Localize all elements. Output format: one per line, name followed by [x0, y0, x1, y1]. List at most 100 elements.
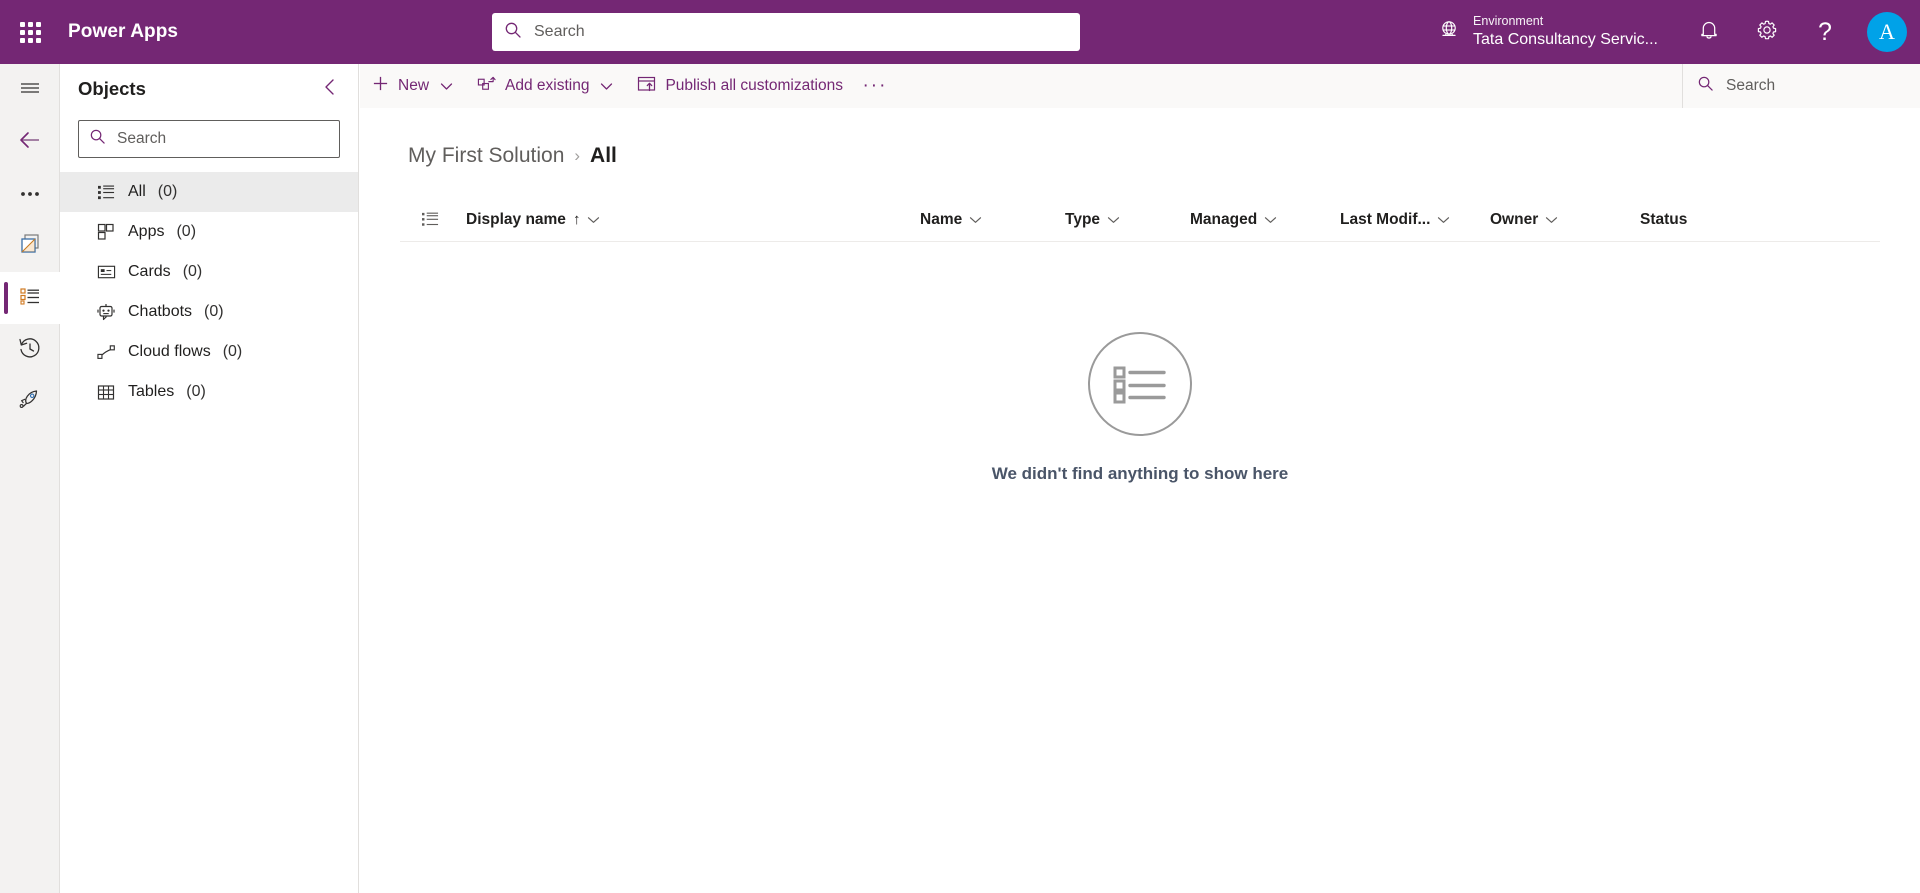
sidebar-item-count: (0)	[186, 383, 206, 400]
hamburger-menu-button[interactable]	[0, 64, 60, 116]
settings-button[interactable]	[1738, 0, 1796, 64]
column-header-owner[interactable]: Owner	[1490, 198, 1640, 242]
sort-ascending-icon: ↑	[572, 211, 581, 228]
user-account-button[interactable]: A	[1854, 0, 1920, 64]
column-label: Last Modif...	[1340, 210, 1431, 228]
global-search-box[interactable]	[492, 13, 1080, 51]
column-label: Owner	[1490, 210, 1539, 228]
sidebar-item-count: (0)	[204, 303, 224, 320]
main-content: My First Solution › All Display name ↑ N	[360, 108, 1920, 893]
notifications-button[interactable]	[1680, 0, 1738, 64]
bell-icon	[1698, 18, 1720, 47]
column-label: Name	[920, 210, 963, 228]
left-rail	[0, 64, 60, 893]
collapse-panel-button[interactable]	[318, 74, 342, 105]
card-icon	[96, 264, 116, 280]
breadcrumb: My First Solution › All	[360, 108, 1920, 168]
waffle-grid-icon	[19, 21, 41, 43]
objects-panel-title: Objects	[78, 78, 146, 99]
sidebar-item-label: Apps	[128, 223, 165, 240]
chevron-down-icon	[1437, 211, 1450, 229]
rail-item-objects[interactable]	[0, 272, 60, 324]
grid-column-headers: Display name ↑ Name Type Managed Last Mo…	[400, 198, 1880, 242]
command-bar-overflow-button[interactable]: ···	[855, 64, 895, 108]
more-options-button[interactable]	[0, 168, 60, 220]
breadcrumb-separator-icon: ›	[574, 146, 581, 165]
publish-all-customizations-button[interactable]: Publish all customizations	[625, 64, 854, 108]
sidebar-item-cards[interactable]: Cards (0)	[60, 252, 358, 292]
sidebar-item-apps[interactable]: Apps (0)	[60, 212, 358, 252]
sidebar-item-cloud-flows[interactable]: Cloud flows (0)	[60, 332, 358, 372]
sidebar-item-label: All	[128, 183, 146, 200]
new-button[interactable]: New	[360, 64, 465, 108]
grid-view-icon	[400, 211, 460, 228]
back-button[interactable]	[0, 116, 60, 168]
table-icon	[96, 384, 116, 401]
column-label: Display name	[466, 210, 566, 228]
app-header: Power Apps Environment Tata Consultanc	[0, 0, 1920, 64]
sidebar-item-label: Cards	[128, 263, 171, 280]
sidebar-item-all[interactable]: All (0)	[60, 172, 358, 212]
chevron-left-icon	[322, 78, 338, 101]
column-header-type[interactable]: Type	[1065, 198, 1190, 242]
objects-panel-header: Objects	[60, 64, 358, 114]
add-existing-button[interactable]: Add existing	[465, 64, 625, 108]
sidebar-item-label: Cloud flows	[128, 343, 211, 360]
column-header-last-modified[interactable]: Last Modif...	[1340, 198, 1490, 242]
sidebar-item-count: (0)	[157, 183, 178, 200]
column-header-name[interactable]: Name	[920, 198, 1065, 242]
command-bar: New Add existing Publish all customizati…	[360, 64, 1920, 108]
new-button-label: New	[398, 77, 430, 94]
column-label: Status	[1640, 210, 1688, 228]
chevron-down-icon	[600, 82, 613, 91]
chevron-down-icon	[440, 82, 453, 91]
sidebar-item-chatbots[interactable]: Chatbots (0)	[60, 292, 358, 332]
environment-label: Environment	[1473, 14, 1544, 29]
hamburger-menu-icon	[19, 79, 41, 102]
chevron-down-icon	[969, 211, 982, 229]
column-label: Managed	[1190, 210, 1258, 228]
search-icon	[89, 128, 106, 150]
objects-search-box[interactable]	[78, 120, 340, 158]
column-header-managed[interactable]: Managed	[1190, 198, 1340, 242]
column-label: Type	[1065, 210, 1101, 228]
publish-icon	[637, 75, 656, 98]
empty-state: We didn't find anything to show here	[360, 332, 1920, 484]
cloud-flow-icon	[96, 344, 116, 361]
gear-icon	[1755, 18, 1779, 47]
sidebar-item-count: (0)	[222, 343, 243, 360]
list-icon	[96, 184, 116, 201]
sidebar-item-label: Chatbots	[128, 303, 193, 320]
header-icon-group: ? A	[1680, 0, 1920, 64]
column-header-display-name[interactable]: Display name ↑	[460, 198, 920, 242]
objects-search-input[interactable]	[115, 129, 329, 149]
apps-icon	[96, 223, 116, 241]
chevron-down-icon	[587, 211, 600, 229]
grid-search-input[interactable]	[1724, 76, 1906, 96]
globe-icon	[1437, 18, 1461, 47]
sidebar-item-count: (0)	[182, 263, 203, 280]
question-mark-icon: ?	[1818, 17, 1832, 46]
rail-item-history[interactable]	[0, 324, 60, 376]
sidebar-item-tables[interactable]: Tables (0)	[60, 372, 358, 412]
rail-item-solutions[interactable]	[0, 220, 60, 272]
avatar: A	[1867, 12, 1907, 52]
objects-panel: Objects Search All (0) Apps (0) Cards (0…	[60, 64, 359, 893]
grid-search-box[interactable]	[1682, 64, 1920, 108]
more-options-icon	[19, 185, 41, 203]
waffle-menu-button[interactable]	[0, 0, 60, 64]
chevron-down-icon	[1545, 211, 1558, 229]
rail-item-rocket[interactable]	[0, 376, 60, 428]
plus-icon	[372, 75, 389, 97]
global-search-input[interactable]	[532, 22, 1068, 42]
chevron-down-icon	[1264, 211, 1277, 229]
back-arrow-icon	[17, 129, 43, 156]
help-button[interactable]: ?	[1796, 0, 1854, 64]
empty-list-illustration	[1088, 332, 1192, 436]
app-brand-title[interactable]: Power Apps	[68, 21, 178, 43]
environment-selector[interactable]: Environment Tata Consultancy Servic...	[1437, 0, 1658, 64]
add-existing-label: Add existing	[505, 77, 590, 94]
solutions-icon	[17, 231, 43, 262]
objects-list: All (0) Apps (0) Cards (0) Chatbots (0) …	[60, 172, 358, 412]
breadcrumb-root[interactable]: My First Solution	[408, 144, 564, 168]
